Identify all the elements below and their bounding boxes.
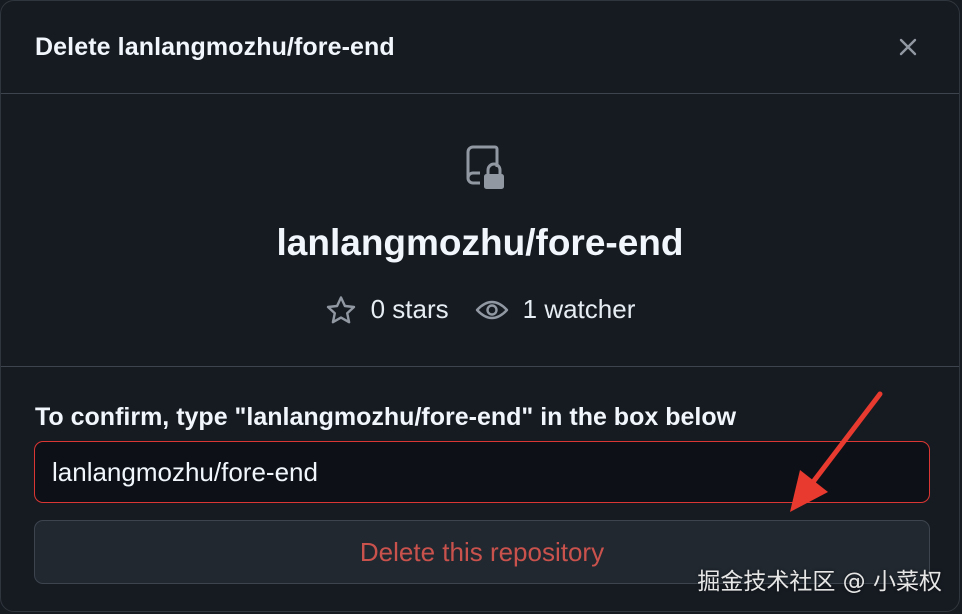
star-icon — [326, 295, 355, 323]
repo-stats: 0 stars 1 watcher — [1, 294, 959, 325]
repo-locked-icon — [466, 145, 504, 189]
confirm-label: To confirm, type "lanlangmozhu/fore-end"… — [35, 403, 737, 431]
repo-info: lanlangmozhu/fore-end 0 stars 1 watcher — [1, 94, 959, 367]
dialog-header: Delete lanlangmozhu/fore-end — [1, 1, 959, 94]
x-icon — [899, 38, 917, 56]
watermark: 掘金技术社区 @ 小菜权 — [697, 569, 942, 595]
close-button[interactable] — [893, 32, 923, 62]
repo-name: lanlangmozhu/fore-end — [276, 222, 684, 263]
delete-repo-dialog: Delete lanlangmozhu/fore-end lanlangmozh… — [0, 0, 960, 612]
stars-stat: 0 stars — [325, 294, 449, 325]
confirm-input[interactable] — [34, 441, 930, 503]
dialog-title: Delete lanlangmozhu/fore-end — [35, 32, 395, 61]
watchers-stat: 1 watcher — [475, 294, 636, 325]
watchers-count: 1 watcher — [522, 294, 636, 324]
eye-icon — [475, 300, 508, 319]
stars-count: 0 stars — [370, 294, 449, 324]
